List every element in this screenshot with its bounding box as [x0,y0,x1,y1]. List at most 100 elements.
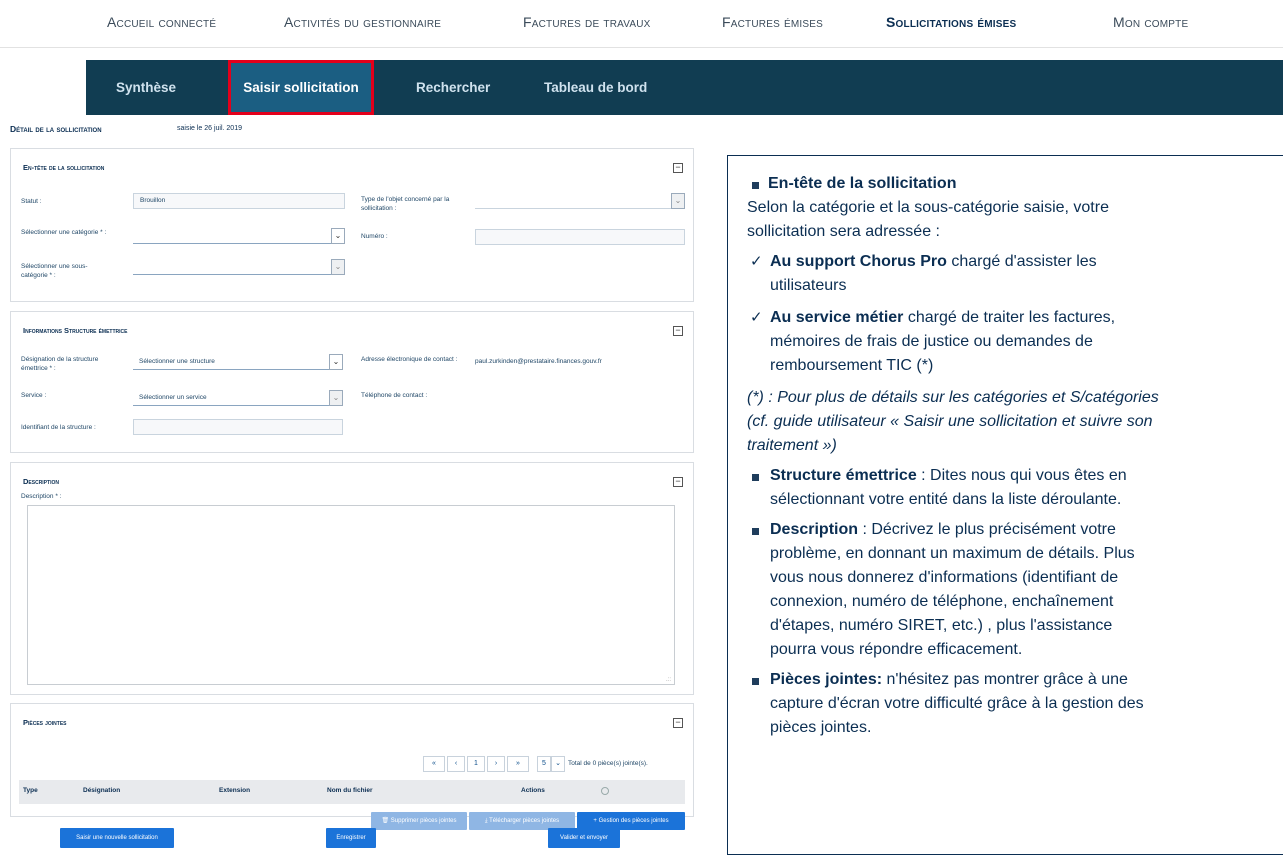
col-nom-fichier: Nom du fichier [327,787,373,794]
help-bold: Pièces jointes: [770,671,883,688]
help-text: chargé d'assister les [946,253,1097,270]
collapse-icon[interactable]: − [673,326,683,336]
help-line: Structure émettrice : Dites nous qui vou… [770,464,1127,488]
pager-prev-button[interactable]: ‹ [447,756,465,772]
sub-navigation: Synthèse Saisir sollicitation Rechercher… [86,60,1283,115]
help-line: Description : Décrivez le plus préciséme… [770,518,1116,542]
help-line: remboursement TIC (*) [770,357,934,374]
collapse-icon[interactable]: − [673,163,683,173]
help-text: n'hésitez pas montrer grâce à une [882,671,1128,688]
nav-factures-emises[interactable]: Factures émises [722,14,823,30]
tab-saisir-sollicitation[interactable]: Saisir sollicitation [228,60,374,115]
tab-synthese[interactable]: Synthèse [116,60,176,115]
panel-title: Informations Structure émettrice [23,326,128,335]
chevron-down-icon[interactable]: ⌄ [331,228,345,244]
panel-title: En-tête de la sollicitation [23,163,105,172]
tab-rechercher[interactable]: Rechercher [416,60,490,115]
help-line: pièces jointes. [770,719,872,736]
nav-sollicitations-emises[interactable]: Sollicitations émises [886,14,1016,30]
type-objet-select[interactable]: ⌄ [475,193,685,209]
nav-accueil[interactable]: Accueil connecté [107,14,216,30]
chevron-down-icon[interactable]: ⌄ [329,354,343,370]
pager-page-button[interactable]: 1 [467,756,485,772]
numero-field[interactable] [475,229,685,245]
statut-field[interactable]: Brouillon [133,193,345,209]
designation-select[interactable]: Sélectionner une structure ⌄ [133,354,343,370]
help-text: : Décrivez le plus précisément votre [858,521,1116,538]
help-line: sollicitation sera adressée : [747,223,940,240]
col-actions: Actions [521,787,545,794]
nav-activites[interactable]: Activités du gestionnaire [284,14,441,30]
structure-panel: Informations Structure émettrice − Désig… [10,311,694,453]
tab-tableau-de-bord[interactable]: Tableau de bord [544,60,647,115]
identifiant-field[interactable] [133,419,343,435]
email-label: Adresse électronique de contact : [361,356,458,363]
help-callout: En-tête de la sollicitation Selon la cat… [727,155,1283,855]
help-text: chargé de traiter les factures, [903,309,1116,326]
help-line: utilisateurs [770,277,847,294]
select-all-radio[interactable] [601,787,609,795]
collapse-icon[interactable]: − [673,718,683,728]
delete-attachments-button[interactable]: 🗑 Supprimer pièces jointes [371,812,467,830]
help-italic: (*) : Pour plus de détails sur les catég… [747,389,1159,406]
entete-panel: En-tête de la sollicitation − Statut : B… [10,148,694,302]
help-line: pourra vous répondre efficacement. [770,641,1023,658]
type-objet-label: Type de l'objet concerné par la sollicit… [361,196,450,212]
page-size-value[interactable]: 5 [537,756,551,772]
page-title: Détail de la sollicitation [10,124,102,134]
new-sollicitation-button[interactable]: Saisir une nouvelle sollicitation [60,828,174,848]
pager-last-button[interactable]: » [507,756,529,772]
table-header: Type Désignation Extension Nom du fichie… [19,780,685,804]
help-line: Selon la catégorie et la sous-catégorie … [747,199,1109,216]
col-designation: Désignation [83,787,121,794]
help-line: d'étapes, numéro SIRET, etc.) , plus l'a… [770,617,1113,634]
service-label: Service : [21,392,47,399]
help-line: Au service métier chargé de traiter les … [770,306,1115,330]
pager-first-button[interactable]: « [423,756,445,772]
help-line: vous nous donnerez d'informations (ident… [770,569,1119,586]
chevron-down-icon[interactable]: ⌄ [551,756,565,772]
description-label: Description * : [21,493,62,500]
help-text: : Dites nous qui vous êtes en [916,467,1127,484]
chevron-down-icon[interactable]: ⌄ [329,390,343,406]
email-value: paul.zurkinden@prestataire.finances.gouv… [475,358,602,365]
statut-label: Statut : [21,198,42,205]
designation-value: Sélectionner une structure [139,358,215,365]
checkmark-icon: ✓ [750,253,763,270]
chevron-down-icon[interactable]: ⌄ [331,259,345,275]
chevron-down-icon[interactable]: ⌄ [671,193,685,209]
bullet-icon [752,182,759,189]
help-line: traitement ») [747,434,837,458]
service-value: Sélectionner un service [139,394,207,401]
help-line: capture d'écran votre difficulté grâce à… [770,695,1144,712]
nav-factures-travaux[interactable]: Factures de travaux [523,14,651,30]
souscategorie-select[interactable]: ⌄ [133,259,345,275]
numero-label: Numéro : [361,233,388,240]
nav-mon-compte[interactable]: Mon compte [1113,14,1188,30]
collapse-icon[interactable]: − [673,477,683,487]
checkmark-icon: ✓ [750,309,763,326]
help-line: problème, en donnant un maximum de détai… [770,545,1135,562]
bullet-icon [752,678,759,685]
bullet-icon [752,528,759,535]
description-textarea[interactable]: .:: [27,505,675,685]
help-line: (cf. guide utilisateur « Saisir une soll… [747,410,1153,434]
categorie-select[interactable]: ⌄ [133,228,345,244]
resize-grip-icon[interactable]: .:: [666,677,671,683]
pieces-jointes-panel: Pièces jointes − « ‹ 1 › » 5 ⌄ Total de … [10,703,694,830]
help-line: (*) : Pour plus de détails sur les catég… [747,386,1159,410]
creation-date: saisie le 26 juil. 2019 [177,125,242,132]
help-bold: Au service métier [770,309,904,326]
pager-next-button[interactable]: › [487,756,505,772]
save-button[interactable]: Enregistrer [326,828,376,848]
top-navigation: Accueil connecté Activités du gestionnai… [0,0,1283,48]
help-italic: traitement ») [747,437,837,454]
manage-label: Gestion des pièces jointes [598,818,669,824]
identifiant-label: Identifiant de la structure : [21,424,96,431]
col-type: Type [23,787,38,794]
help-line: connexion, numéro de téléphone, enchaîne… [770,593,1114,610]
submit-button[interactable]: Valider et envoyer [548,828,620,848]
col-extension: Extension [219,787,251,794]
service-select[interactable]: Sélectionner un service ⌄ [133,390,343,406]
help-line: mémoires de frais de justice ou demandes… [770,333,1093,350]
